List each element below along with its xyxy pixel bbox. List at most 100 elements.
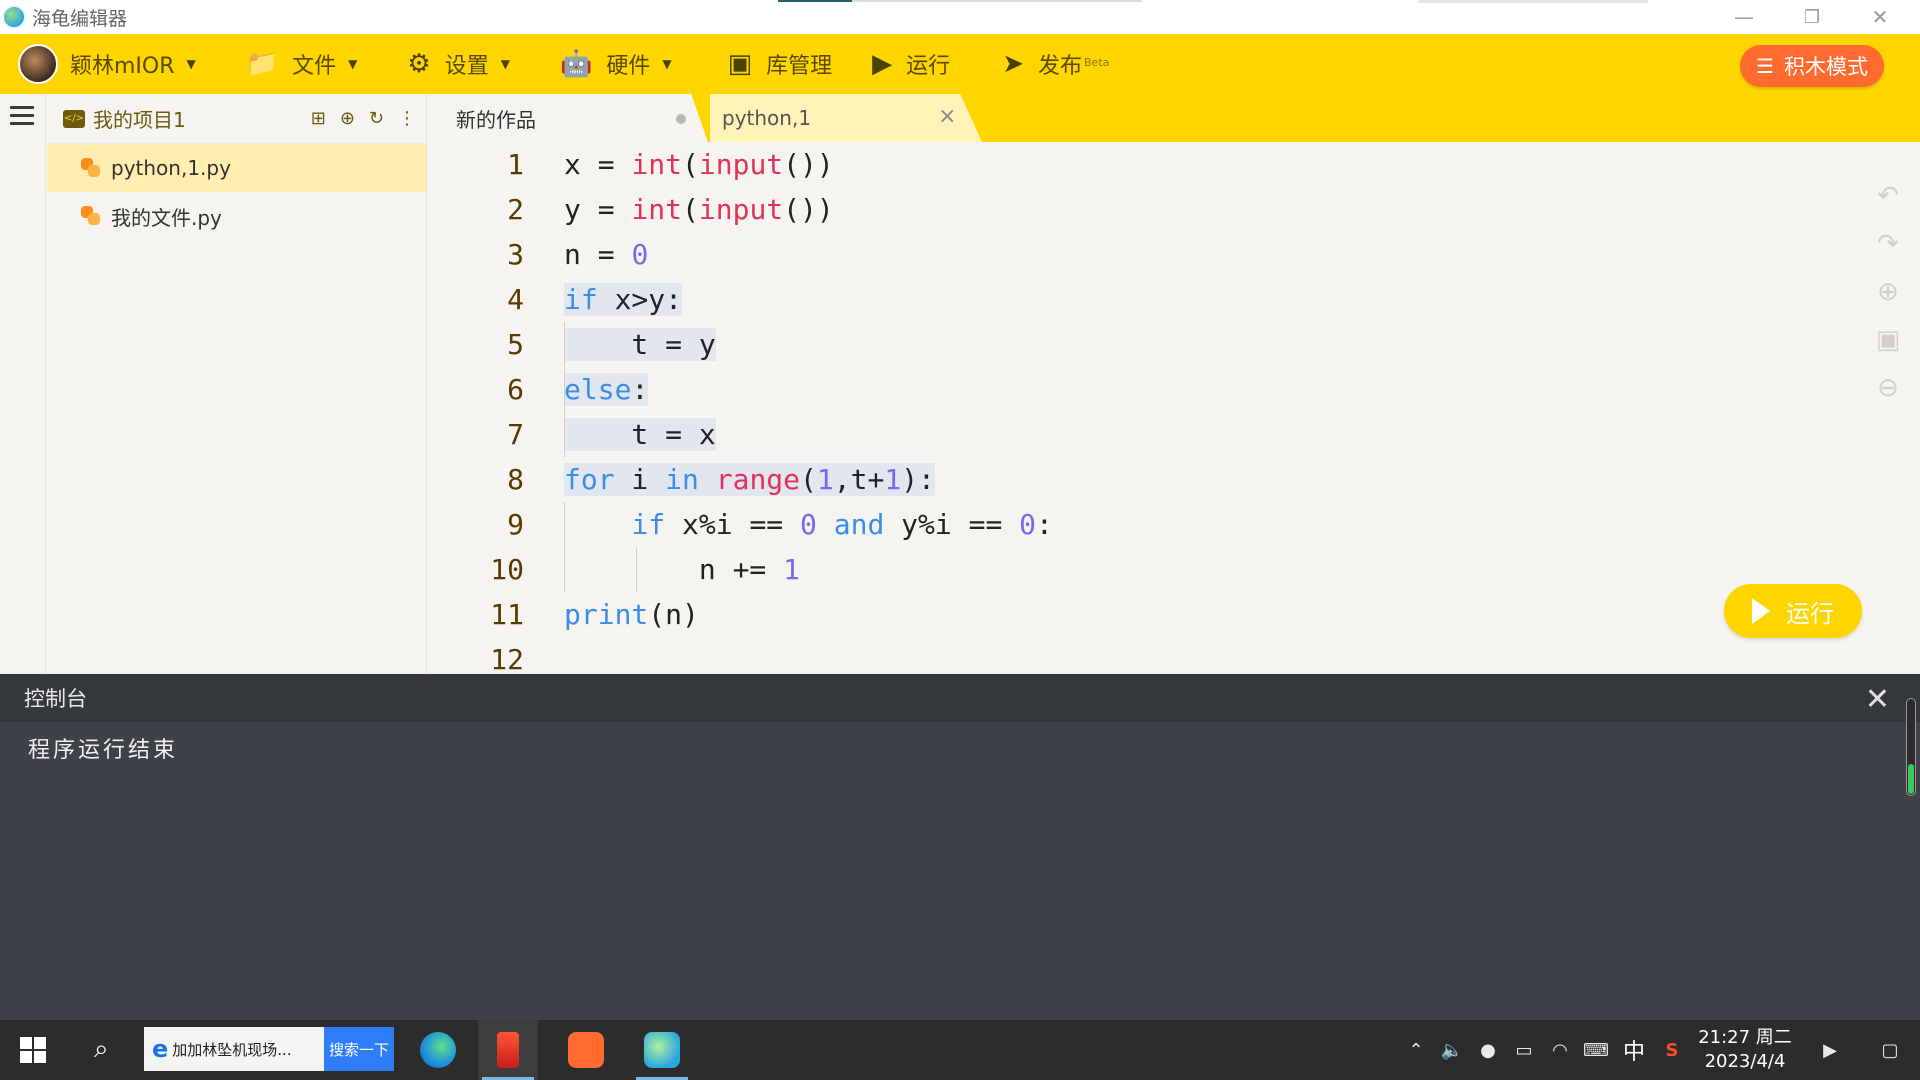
code-line[interactable]: if x>y: — [564, 277, 683, 322]
chevron-down-icon: ▼ — [662, 57, 672, 71]
green-app-tray-icon[interactable]: ● — [1470, 1040, 1506, 1061]
ime-indicator[interactable]: 中 — [1614, 1034, 1654, 1066]
line-number: 6 — [507, 373, 524, 406]
user-menu[interactable]: 颖林mIOR ▼ — [70, 34, 196, 94]
library-button[interactable]: ▣ 库管理 — [728, 34, 833, 94]
code-line[interactable]: if x%i == 0 and y%i == 0: — [564, 502, 1052, 547]
file-menu-label: 文件 — [292, 54, 337, 79]
blocks-icon: ☰ — [1756, 54, 1774, 78]
code-line[interactable]: t = y — [564, 322, 716, 367]
play-icon — [1752, 598, 1770, 624]
battery-icon[interactable]: ▭ — [1506, 1040, 1542, 1061]
chevron-up-icon[interactable]: ⌃ — [1398, 1040, 1434, 1061]
code-line[interactable]: print(n) — [564, 592, 699, 637]
code-line[interactable]: t = x — [564, 412, 716, 457]
notification-icon[interactable]: ▢ — [1860, 1040, 1920, 1061]
code-token: x>y: — [597, 283, 683, 316]
code-token: 0 — [800, 508, 817, 541]
code-token: x = — [564, 148, 632, 181]
edge-app[interactable] — [408, 1020, 468, 1080]
python-file-icon — [81, 206, 101, 226]
app-logo-icon — [2, 5, 26, 29]
code-line[interactable]: n += 1 — [564, 547, 800, 592]
block-mode-button[interactable]: ☰ 积木模式 — [1740, 45, 1884, 87]
search-icon[interactable]: ⌕ — [94, 1034, 109, 1065]
hamburger-menu-icon[interactable] — [10, 106, 34, 126]
chevron-down-icon: ▼ — [500, 57, 510, 71]
code-line[interactable]: x = int(input()) — [564, 142, 834, 187]
minimize-button[interactable]: — — [1710, 0, 1778, 34]
line-number: 10 — [490, 553, 524, 586]
zoom-out-icon[interactable]: ⊖ — [1870, 364, 1906, 412]
close-console-icon[interactable]: ✕ — [1865, 682, 1890, 717]
new-file-icon[interactable]: ⊞ — [311, 108, 326, 129]
code-line[interactable]: else: — [564, 367, 649, 412]
turtle-editor-app[interactable] — [632, 1020, 692, 1080]
code-token: 1 — [816, 463, 834, 496]
tab-new-work[interactable]: 新的作品 — [428, 94, 708, 142]
file-item[interactable]: python,1.py — [47, 144, 426, 192]
code-token: 0 — [631, 238, 649, 271]
code-line[interactable]: y = int(input()) — [564, 187, 834, 232]
zoom-in-icon[interactable]: ⊕ — [1870, 268, 1906, 316]
code-token: input — [698, 193, 784, 226]
hardware-menu[interactable]: 🤖 硬件 ▼ — [560, 34, 672, 94]
library-box-icon: ▣ — [727, 49, 753, 79]
volume-icon[interactable]: 🔈 — [1434, 1040, 1470, 1061]
refresh-icon[interactable]: ↻ — [369, 108, 384, 129]
tab-python-1[interactable]: python,1 × — [710, 94, 982, 142]
turtle-editor-icon — [644, 1032, 680, 1068]
publish-label: 发布 — [1037, 54, 1082, 79]
avatar[interactable] — [18, 44, 58, 84]
taskbar: ⌕ e 加加林坠机现场... 搜索一下 ⌃ 🔈 ● ▭ ◠ ⌨ 中 S 21:2… — [0, 1020, 1920, 1080]
code-token: t = y — [564, 328, 716, 361]
code-token: n += — [564, 553, 784, 586]
wifi-icon[interactable]: ◠ — [1542, 1040, 1578, 1061]
line-number-gutter: 1 2 3 4 5 6 7 8 9 10 11 12 — [428, 142, 564, 674]
code-line[interactable]: n = 0 — [564, 232, 648, 277]
restore-button[interactable]: ❐ — [1778, 0, 1846, 34]
run-button[interactable]: 运行 — [1724, 584, 1862, 638]
close-window-button[interactable]: ✕ — [1846, 0, 1914, 34]
indent-guide — [564, 502, 565, 592]
sogou-icon[interactable]: S — [1654, 1040, 1690, 1061]
ie-search-widget[interactable]: e 加加林坠机现场... — [144, 1027, 324, 1071]
chevron-down-icon: ▼ — [186, 57, 196, 71]
zoom-reset-icon[interactable]: ▣ — [1870, 316, 1906, 364]
windows-start-icon[interactable] — [20, 1037, 46, 1063]
file-item[interactable]: 我的文件.py — [47, 192, 426, 240]
project-title[interactable]: 我的项目1 — [93, 104, 186, 133]
file-menu[interactable]: 📁 文件 ▼ — [246, 34, 358, 94]
code-token: ( — [682, 148, 699, 181]
keyboard-icon[interactable]: ⌨ — [1578, 1040, 1614, 1061]
chevron-down-icon: ▼ — [348, 57, 358, 71]
redo-icon[interactable]: ↷ — [1870, 220, 1906, 268]
code-token: ,t+ — [833, 463, 885, 496]
code-token: : — [631, 373, 649, 406]
ie-search-button[interactable]: 搜索一下 — [324, 1027, 394, 1071]
line-number: 7 — [507, 418, 524, 451]
console-panel: 控制台 ✕ 程序运行结束 — [0, 674, 1920, 1020]
clock[interactable]: 21:27 周二 2023/4/4 — [1690, 1026, 1800, 1074]
media-play-icon[interactable]: ▶ — [1800, 1040, 1860, 1061]
brave-app[interactable] — [556, 1020, 616, 1080]
console-scrollbar[interactable] — [1906, 698, 1916, 796]
red-app[interactable] — [478, 1020, 538, 1080]
run-toolbar-button[interactable]: ▶ 运行 — [872, 34, 950, 94]
paper-plane-icon: ➤ — [1002, 49, 1024, 79]
publish-button[interactable]: ➤ 发布 Beta — [1002, 34, 1109, 94]
line-number: 2 — [507, 193, 524, 226]
new-folder-icon[interactable]: ⊕ — [340, 108, 355, 129]
line-number: 5 — [507, 328, 524, 361]
settings-menu[interactable]: ⚙ 设置 ▼ — [407, 34, 510, 94]
more-options-icon[interactable]: ⋮ — [398, 108, 416, 129]
code-editor[interactable]: 1 2 3 4 5 6 7 8 9 10 11 12 x = int(input()) y = int(… — [428, 142, 1920, 674]
tab-label: python,1 — [722, 106, 812, 130]
undo-icon[interactable]: ↶ — [1870, 172, 1906, 220]
close-tab-icon[interactable]: × — [938, 104, 956, 129]
console-header: 控制台 — [0, 674, 1920, 722]
settings-menu-label: 设置 — [444, 54, 489, 79]
code-token: ()) — [783, 148, 834, 181]
code-line[interactable]: for i in range(1,t+1): — [564, 457, 935, 502]
